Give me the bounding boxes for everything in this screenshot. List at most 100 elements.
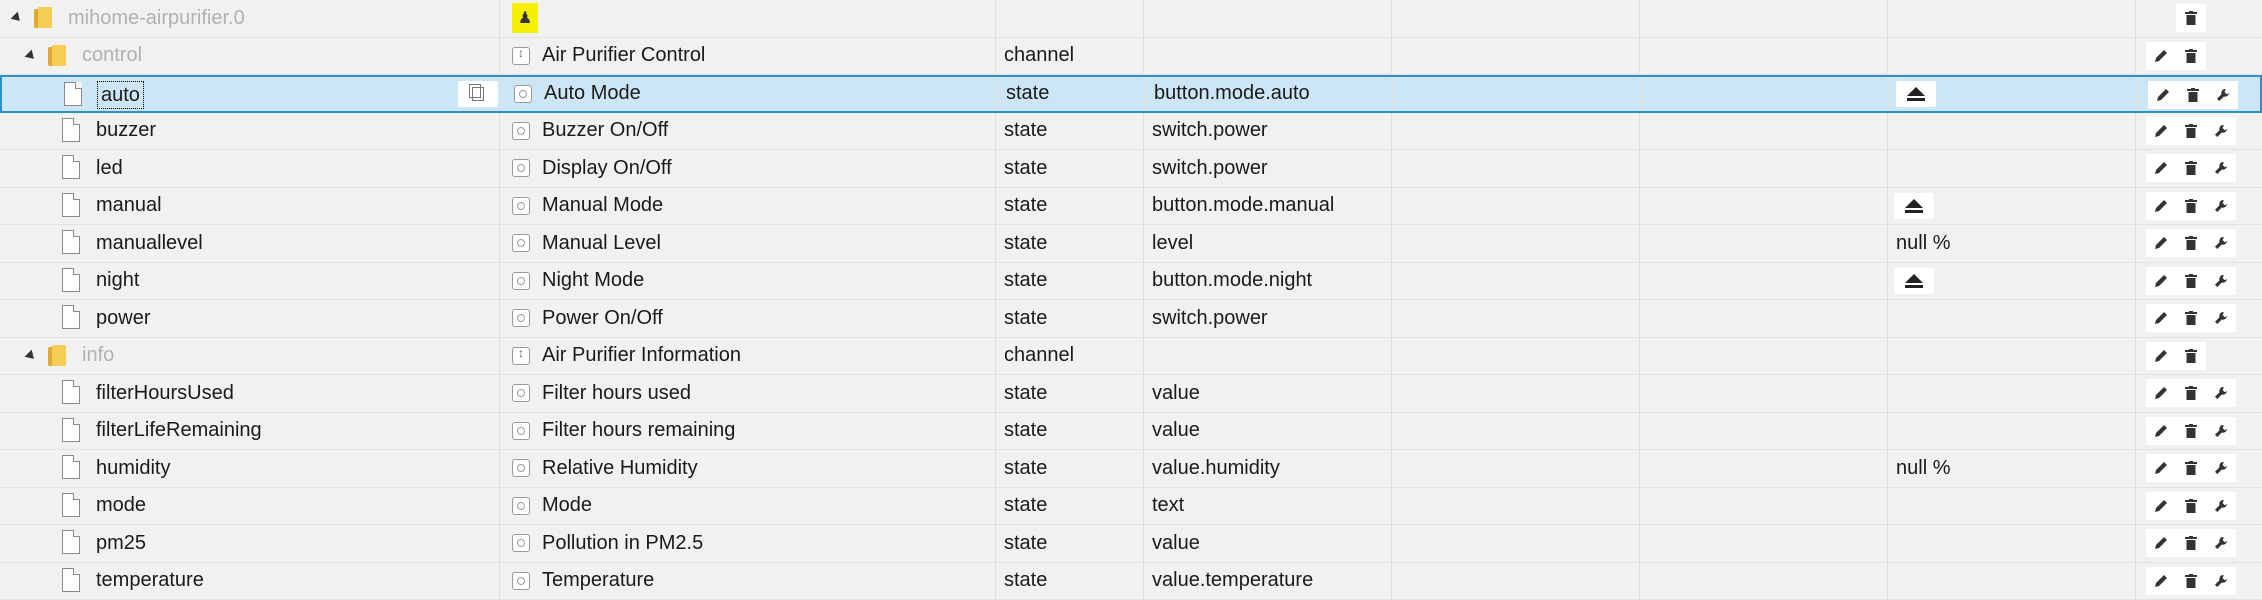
id-cell: info	[0, 338, 500, 375]
settings-button[interactable]	[2208, 81, 2238, 109]
press-button[interactable]	[1894, 268, 1934, 294]
collapse-icon[interactable]	[11, 12, 24, 25]
tree-row-state[interactable]: led Display On/Off state switch.power	[0, 150, 2262, 188]
type-cell: state	[996, 413, 1144, 450]
tree-row-state[interactable]: power Power On/Off state switch.power	[0, 300, 2262, 338]
name-cell: Buzzer On/Off	[500, 113, 996, 150]
delete-button[interactable]	[2176, 417, 2206, 445]
settings-button[interactable]	[2206, 117, 2236, 145]
delete-button[interactable]	[2176, 529, 2206, 557]
tree-row-adapter[interactable]: mihome-airpurifier.0 ♟	[0, 0, 2262, 38]
tree-row-state[interactable]: buzzer Buzzer On/Off state switch.power	[0, 113, 2262, 151]
wrench-icon	[2216, 88, 2230, 102]
tree-row-state[interactable]: auto Auto Mode state button.mode.auto	[0, 75, 2262, 113]
tree-row-channel[interactable]: info Air Purifier Information channel	[0, 338, 2262, 376]
tree-row-state[interactable]: pm25 Pollution in PM2.5 state value	[0, 525, 2262, 563]
function-cell	[1640, 225, 1888, 262]
edit-button[interactable]	[2146, 154, 2176, 182]
collapse-icon[interactable]	[25, 349, 38, 362]
edit-button[interactable]	[2146, 229, 2176, 257]
copy-id-button[interactable]	[458, 81, 498, 107]
edit-button[interactable]	[2146, 529, 2176, 557]
tree-row-state[interactable]: humidity Relative Humidity state value.h…	[0, 450, 2262, 488]
edit-button[interactable]	[2146, 379, 2176, 407]
value-cell	[1888, 0, 2136, 37]
room-cell	[1392, 338, 1640, 375]
settings-button[interactable]	[2206, 304, 2236, 332]
actions-cell	[2136, 0, 2262, 37]
object-id: manuallevel	[96, 225, 203, 262]
type-cell: channel	[996, 338, 1144, 375]
delete-button[interactable]	[2176, 42, 2206, 70]
delete-button[interactable]	[2176, 154, 2206, 182]
state-icon	[512, 572, 530, 590]
file-icon	[62, 268, 80, 292]
function-cell	[1640, 525, 1888, 562]
trash-icon	[2185, 49, 2197, 63]
object-name: Air Purifier Control	[542, 44, 705, 67]
settings-button[interactable]	[2206, 417, 2236, 445]
edit-button[interactable]	[2146, 42, 2176, 70]
trash-icon	[2185, 311, 2197, 325]
collapse-icon[interactable]	[25, 49, 38, 62]
settings-button[interactable]	[2206, 192, 2236, 220]
tree-row-channel[interactable]: control Air Purifier Control channel	[0, 38, 2262, 76]
tree-row-state[interactable]: temperature Temperature state value.temp…	[0, 563, 2262, 600]
settings-button[interactable]	[2206, 492, 2236, 520]
file-icon	[62, 380, 80, 404]
tree-row-state[interactable]: night Night Mode state button.mode.night	[0, 263, 2262, 301]
edit-button[interactable]	[2146, 117, 2176, 145]
press-button[interactable]	[1894, 193, 1934, 219]
delete-button[interactable]	[2176, 229, 2206, 257]
value-cell	[1888, 525, 2136, 562]
edit-button[interactable]	[2146, 454, 2176, 482]
settings-button[interactable]	[2206, 454, 2236, 482]
folder-icon	[46, 344, 68, 368]
edit-button[interactable]	[2146, 492, 2176, 520]
role-cell: value	[1144, 413, 1392, 450]
delete-button[interactable]	[2178, 81, 2208, 109]
state-icon	[512, 234, 530, 252]
tree-row-state[interactable]: filterLifeRemaining Filter hours remaini…	[0, 413, 2262, 451]
settings-button[interactable]	[2206, 567, 2236, 595]
edit-button[interactable]	[2146, 304, 2176, 332]
delete-button[interactable]	[2176, 117, 2206, 145]
delete-button[interactable]	[2176, 342, 2206, 370]
object-id: filterHoursUsed	[96, 375, 234, 412]
settings-button[interactable]	[2206, 379, 2236, 407]
object-name: Power On/Off	[542, 307, 663, 330]
press-button[interactable]	[1896, 81, 1936, 107]
edit-button[interactable]	[2146, 417, 2176, 445]
wrench-icon	[2214, 124, 2228, 138]
object-id: led	[96, 150, 123, 187]
tree-row-state[interactable]: manuallevel Manual Level state level nul…	[0, 225, 2262, 263]
delete-button[interactable]	[2176, 304, 2206, 332]
tree-row-state[interactable]: filterHoursUsed Filter hours used state …	[0, 375, 2262, 413]
settings-button[interactable]	[2206, 154, 2236, 182]
object-role: switch.power	[1152, 307, 1268, 330]
object-type: state	[1004, 232, 1047, 255]
edit-button[interactable]	[2146, 342, 2176, 370]
object-id: power	[96, 300, 150, 337]
delete-button[interactable]	[2176, 192, 2206, 220]
tree-row-state[interactable]: manual Manual Mode state button.mode.man…	[0, 188, 2262, 226]
delete-button[interactable]	[2176, 379, 2206, 407]
state-icon	[512, 309, 530, 327]
edit-button[interactable]	[2146, 267, 2176, 295]
delete-button[interactable]	[2176, 492, 2206, 520]
edit-button[interactable]	[2148, 81, 2178, 109]
state-icon	[512, 422, 530, 440]
room-cell	[1392, 225, 1640, 262]
delete-button[interactable]	[2176, 4, 2206, 32]
delete-button[interactable]	[2176, 567, 2206, 595]
role-cell: value	[1144, 375, 1392, 412]
settings-button[interactable]	[2206, 529, 2236, 557]
delete-button[interactable]	[2176, 267, 2206, 295]
copy-icon	[472, 87, 484, 101]
tree-row-state[interactable]: mode Mode state text	[0, 488, 2262, 526]
settings-button[interactable]	[2206, 267, 2236, 295]
edit-button[interactable]	[2146, 567, 2176, 595]
settings-button[interactable]	[2206, 229, 2236, 257]
edit-button[interactable]	[2146, 192, 2176, 220]
delete-button[interactable]	[2176, 454, 2206, 482]
